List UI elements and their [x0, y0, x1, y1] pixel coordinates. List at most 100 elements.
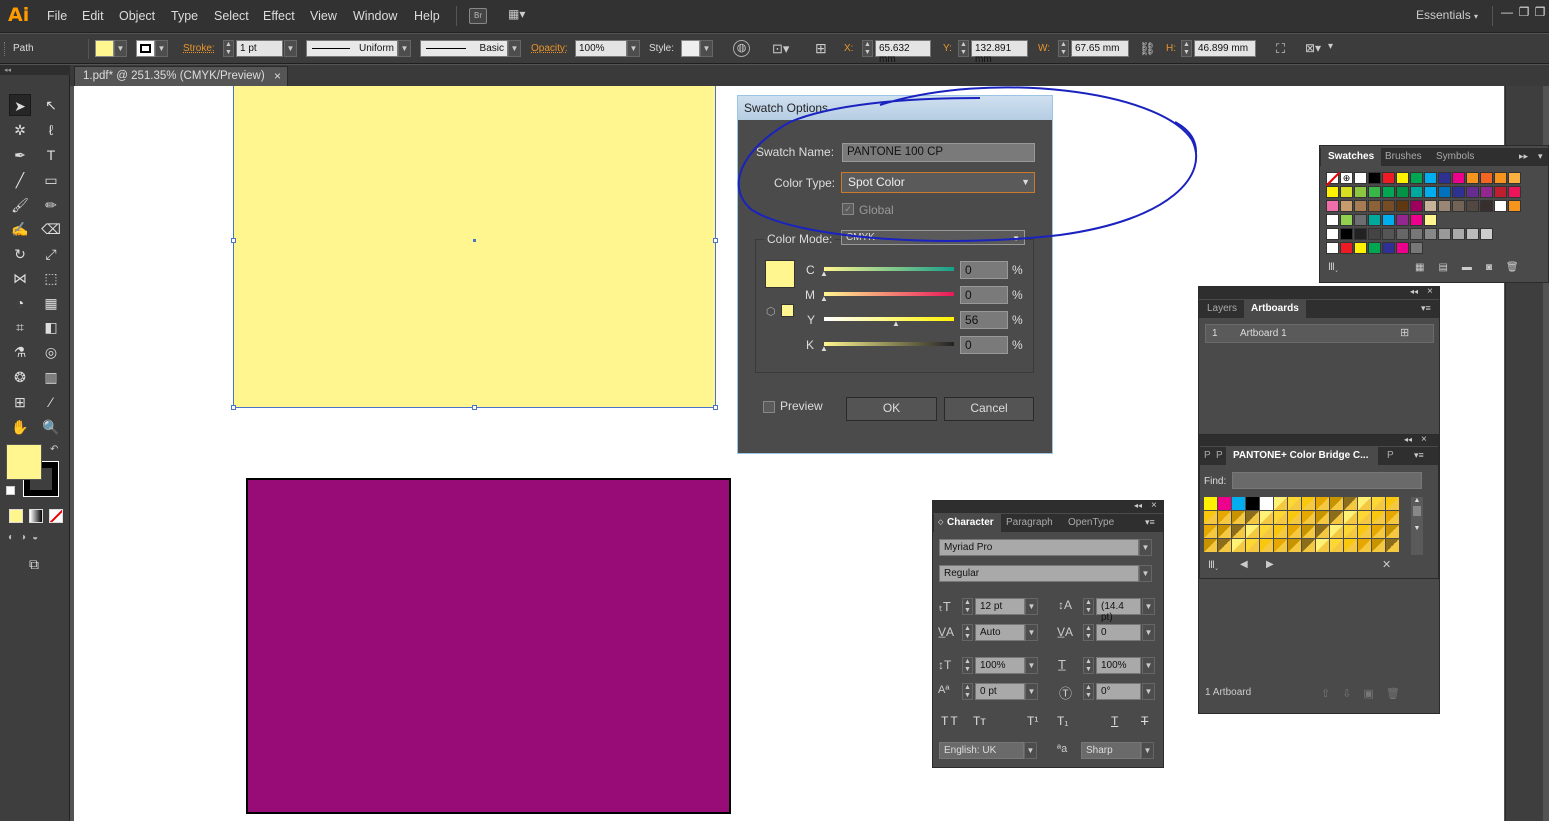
panel-menu-icon[interactable]: ▾≡ — [1414, 450, 1424, 461]
baseline-shift-dropdown[interactable]: ▼ — [1025, 683, 1038, 700]
pantone-chip[interactable] — [1330, 511, 1343, 524]
collapse-icon[interactable]: ◂◂ — [1134, 501, 1142, 510]
style-dropdown[interactable]: ▼ — [700, 40, 713, 57]
tab-swatches[interactable]: Swatches — [1321, 148, 1382, 166]
x-label[interactable]: X: — [844, 43, 853, 54]
pantone-chip[interactable] — [1316, 497, 1329, 510]
pantone-chip[interactable] — [1288, 539, 1301, 552]
h-field[interactable]: 46.899 mm — [1194, 40, 1256, 57]
black-slider[interactable] — [824, 342, 954, 346]
artboard-row[interactable]: 1 Artboard 1 ⊞ — [1205, 324, 1434, 343]
swatch-chip[interactable] — [1382, 228, 1395, 240]
free-transform-tool-icon[interactable]: ⬚ — [40, 267, 62, 289]
pantone-chip[interactable] — [1218, 511, 1231, 524]
tab-pantone-color-bridge[interactable]: PANTONE+ Color Bridge C... — [1226, 447, 1378, 465]
tab-artboards[interactable]: Artboards — [1244, 300, 1306, 318]
color-mode-icon[interactable] — [9, 509, 23, 523]
kerning-dropdown[interactable]: ▼ — [1025, 624, 1038, 641]
pantone-chip[interactable] — [1218, 525, 1231, 538]
pantone-chip[interactable] — [1218, 539, 1231, 552]
leading-field[interactable]: (14.4 pt) — [1096, 598, 1141, 623]
panel-menu-icon[interactable]: ▾ — [1328, 41, 1333, 52]
transform-icon[interactable]: ⛶ — [1276, 41, 1285, 57]
baseline-shift-field[interactable]: 0 pt — [975, 683, 1025, 700]
horizontal-scale-dropdown[interactable]: ▼ — [1142, 657, 1155, 674]
swatch-chip[interactable] — [1494, 200, 1507, 212]
black-input[interactable]: 0 — [960, 336, 1008, 354]
opacity-dropdown[interactable]: ▼ — [627, 40, 640, 57]
y-label[interactable]: Y: — [943, 43, 952, 54]
pantone-chip[interactable] — [1302, 525, 1315, 538]
swatch-chip[interactable] — [1438, 200, 1451, 212]
stroke-weight-stepper[interactable]: ▲ ▼ — [223, 40, 234, 57]
symbol-sprayer-tool-icon[interactable]: ❂ — [9, 366, 31, 388]
swatch-chip[interactable] — [1410, 242, 1423, 254]
constrain-proportions-icon[interactable]: ⛓ — [1139, 41, 1156, 57]
reference-point-icon[interactable]: ⊞ — [815, 40, 827, 57]
menu-window[interactable]: Window — [353, 9, 397, 23]
swatch-chip[interactable] — [1438, 172, 1451, 184]
rotation-field[interactable]: 0° — [1096, 683, 1141, 700]
swatch-chip[interactable] — [1424, 200, 1437, 212]
swatch-chip[interactable] — [1452, 186, 1465, 198]
swatch-chip[interactable] — [1424, 172, 1437, 184]
leading-dropdown[interactable]: ▼ — [1142, 598, 1155, 615]
pantone-chip[interactable] — [1288, 497, 1301, 510]
rectangle-tool-icon[interactable]: ▭ — [40, 169, 62, 191]
swatch-chip[interactable] — [1340, 228, 1353, 240]
swatch-chip[interactable] — [1368, 172, 1381, 184]
pantone-chip[interactable] — [1302, 497, 1315, 510]
rotation-dropdown[interactable]: ▼ — [1142, 683, 1155, 700]
swatch-chip[interactable] — [1354, 186, 1367, 198]
magenta-input[interactable]: 0 — [960, 286, 1008, 304]
swatch-chip[interactable] — [1382, 242, 1395, 254]
pantone-chip[interactable] — [1372, 497, 1385, 510]
swatch-chip[interactable] — [1438, 228, 1451, 240]
pantone-chip[interactable] — [1386, 525, 1399, 538]
close-icon[interactable]: × — [1427, 286, 1433, 297]
bridge-button[interactable]: Br — [469, 8, 487, 24]
stroke-label[interactable]: Stroke: — [183, 43, 215, 54]
pantone-chip[interactable] — [1232, 497, 1245, 510]
swatch-chip[interactable] — [1396, 186, 1409, 198]
close-icon[interactable]: × — [274, 69, 281, 83]
pantone-chip[interactable] — [1274, 497, 1287, 510]
blob-brush-tool-icon[interactable]: ✍ — [9, 218, 31, 240]
preview-checkbox[interactable] — [763, 401, 775, 413]
swatch-chip[interactable] — [1368, 200, 1381, 212]
magenta-slider[interactable] — [824, 292, 954, 296]
type-tool-icon[interactable]: T — [40, 144, 62, 166]
all-caps-icon[interactable]: TT — [941, 714, 960, 728]
swatch-chip[interactable] — [1326, 200, 1339, 212]
cyan-input[interactable]: 0 — [960, 261, 1008, 279]
swatch-chip[interactable] — [1494, 186, 1507, 198]
slice-tool-icon[interactable]: ⁄ — [40, 391, 62, 413]
y-field[interactable]: 132.891 mm — [971, 40, 1028, 65]
pantone-chip[interactable] — [1386, 539, 1399, 552]
swatch-chip[interactable] — [1466, 186, 1479, 198]
pantone-chip[interactable] — [1204, 525, 1217, 538]
swatch-chip[interactable] — [1382, 172, 1395, 184]
pantone-chip[interactable] — [1372, 511, 1385, 524]
graphic-style-swatch[interactable] — [681, 40, 700, 57]
fill-swatch-front[interactable] — [6, 444, 42, 480]
pantone-chip[interactable] — [1358, 525, 1371, 538]
collapse-icon[interactable]: ◂◂ — [1404, 435, 1412, 444]
font-size-dropdown[interactable]: ▼ — [1025, 598, 1038, 615]
swatch-chip[interactable] — [1396, 242, 1409, 254]
menu-effect[interactable]: Effect — [263, 9, 295, 23]
align-to-icon[interactable]: ⊡▾ — [772, 41, 789, 57]
mesh-tool-icon[interactable]: ⌗ — [9, 316, 31, 338]
swatch-chip[interactable] — [1480, 228, 1493, 240]
lasso-tool-icon[interactable]: ℓ — [40, 119, 62, 141]
selection-handle[interactable] — [713, 238, 718, 243]
pantone-chip[interactable] — [1330, 525, 1343, 538]
artboard-footer-icons[interactable]: ⇧⇩▣🗑 — [1321, 687, 1412, 700]
font-style-dropdown[interactable]: ▼ — [1139, 565, 1152, 582]
purple-rectangle[interactable] — [246, 478, 731, 814]
selection-handle[interactable] — [472, 405, 477, 410]
width-tool-icon[interactable]: ⋈ — [9, 267, 31, 289]
yellow-rectangle[interactable] — [233, 86, 716, 408]
swatch-chip[interactable] — [1466, 172, 1479, 184]
x-field[interactable]: 65.632 mm — [875, 40, 931, 65]
